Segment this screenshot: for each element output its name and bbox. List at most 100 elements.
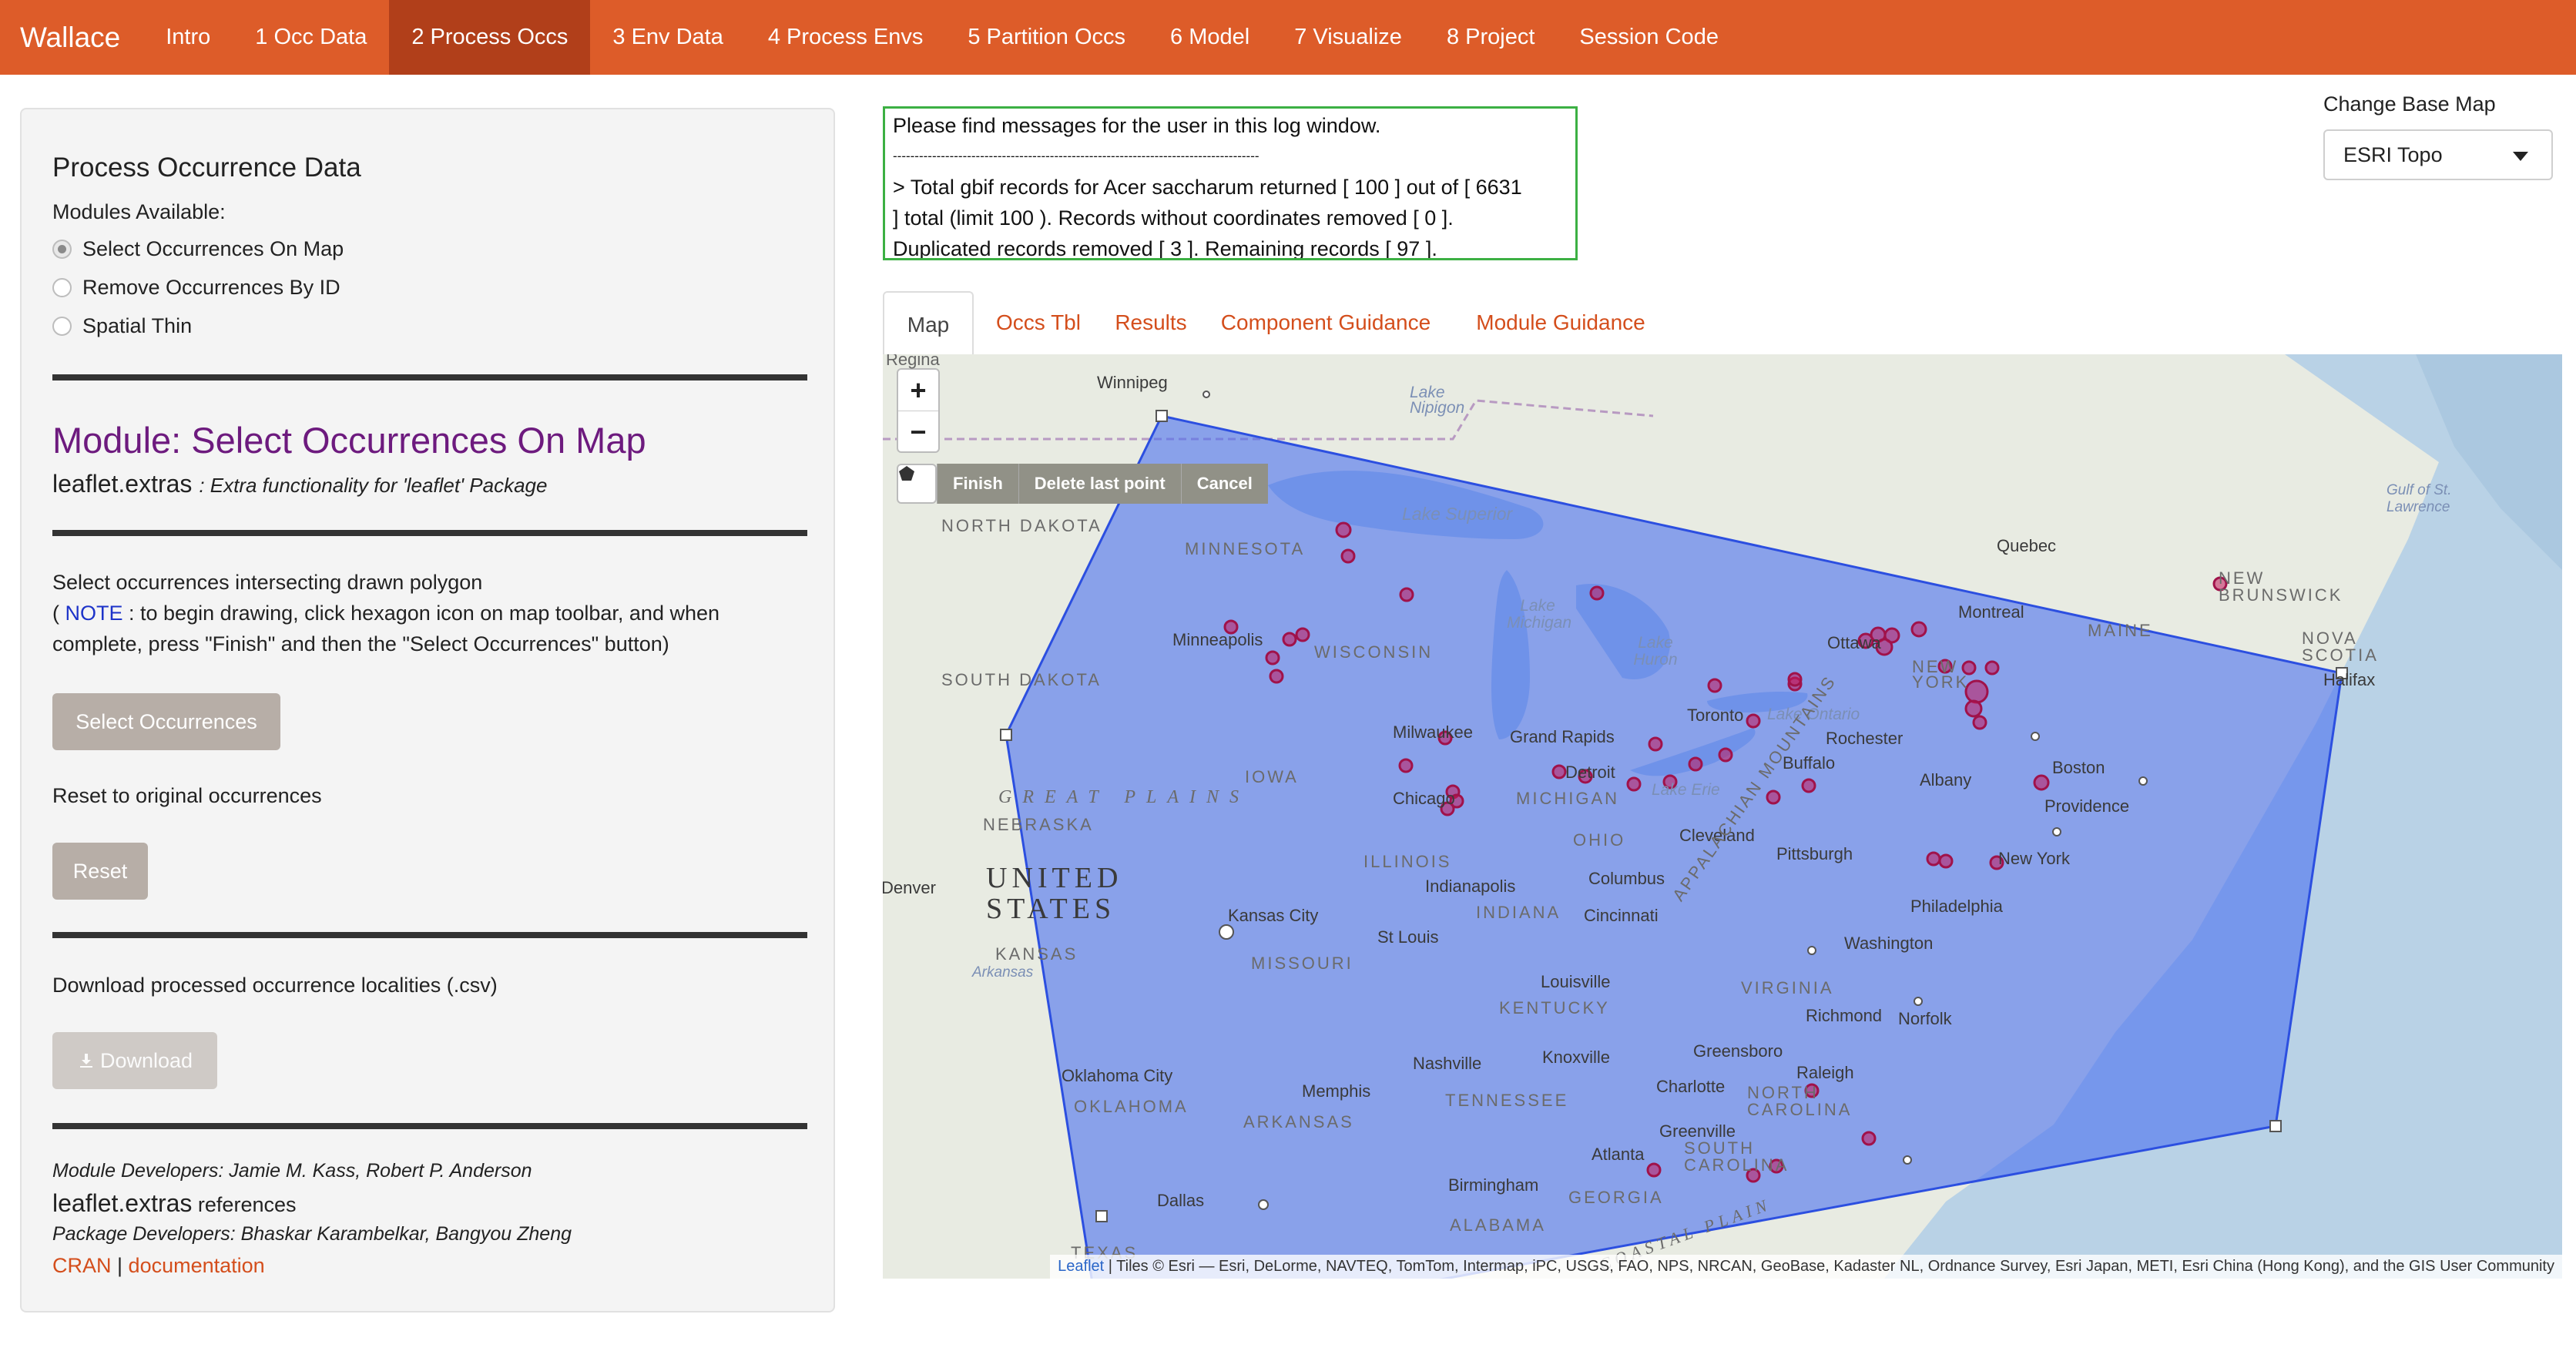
map-label: Lake Huron xyxy=(1633,634,1678,669)
zoom-control: + − xyxy=(897,368,940,453)
instruction-note-cont: complete, press "Finish" and then the "S… xyxy=(52,632,669,655)
download-button-label: Download xyxy=(99,1048,193,1072)
map-label: MAINE xyxy=(2088,621,2153,640)
map-label: Albany xyxy=(1920,770,1972,789)
map-label: Atlanta xyxy=(1592,1145,1645,1164)
map-label: Boston xyxy=(2052,758,2105,777)
tab-map[interactable]: Map xyxy=(883,291,974,357)
map-label: Quebec xyxy=(1997,536,2057,555)
map-label: Nashville xyxy=(1413,1054,1482,1073)
map-label: NORTH CAROLINA xyxy=(1747,1083,1853,1119)
draw-delete-last-point-button[interactable]: Delete last point xyxy=(1018,464,1181,504)
map-label: UNITED STATES xyxy=(986,862,1123,925)
top-navbar: Wallace Intro 1 Occ Data 2 Process Occs … xyxy=(0,0,2576,75)
nav-tab-model[interactable]: 6 Model xyxy=(1148,0,1272,75)
divider xyxy=(52,1123,807,1129)
map-label: New York xyxy=(1998,849,2070,868)
map-label: Louisville xyxy=(1541,972,1611,991)
draw-cancel-button[interactable]: Cancel xyxy=(1180,464,1268,504)
map-label: Winnipeg xyxy=(1097,373,1168,392)
map-label: ILLINOIS xyxy=(1363,852,1452,871)
package-name: leaflet.extras xyxy=(52,470,193,498)
map-label: VIRGINIA xyxy=(1741,978,1834,997)
module-option-remove-by-id[interactable]: Remove Occurrences By ID xyxy=(52,276,340,300)
map-label: Memphis xyxy=(1302,1081,1371,1101)
nav-tab-env-data[interactable]: 3 Env Data xyxy=(590,0,745,75)
package-description: : Extra functionality for 'leaflet' Pack… xyxy=(199,474,548,497)
reset-label: Reset to original occurrences xyxy=(52,784,322,807)
pentagon-icon xyxy=(899,466,914,481)
module-option-spatial-thin[interactable]: Spatial Thin xyxy=(52,314,192,338)
map-label: Columbus xyxy=(1588,869,1665,888)
draw-finish-button[interactable]: Finish xyxy=(937,464,1018,504)
map-label: Washington xyxy=(1844,934,1934,953)
documentation-link[interactable]: documentation xyxy=(129,1254,265,1277)
map-label: INDIANA xyxy=(1476,903,1561,922)
map-label: Indianapolis xyxy=(1425,877,1516,896)
map-label: Halifax xyxy=(2323,670,2376,689)
references-line: leaflet.extras references xyxy=(52,1189,803,1218)
tab-results[interactable]: Results xyxy=(1103,291,1199,354)
nav-tab-session-code[interactable]: Session Code xyxy=(1557,0,1741,75)
nav-tab-intro[interactable]: Intro xyxy=(143,0,233,75)
draw-toolbar: Finish Delete last point Cancel xyxy=(897,464,1268,504)
download-label: Download processed occurrence localities… xyxy=(52,974,498,997)
module-option-select-on-map[interactable]: Select Occurrences On Map xyxy=(52,237,344,261)
map-label: Arkansas xyxy=(972,964,1034,981)
nav-tab-occ-data[interactable]: 1 Occ Data xyxy=(233,0,389,75)
basemap-select[interactable]: ESRI Topo xyxy=(2323,129,2553,180)
map-label: Buffalo xyxy=(1783,753,1836,773)
cran-link[interactable]: CRAN xyxy=(52,1254,112,1277)
app-brand[interactable]: Wallace xyxy=(0,0,143,75)
sidebar-panel: Process Occurrence Data Modules Availabl… xyxy=(20,108,835,1312)
tab-occs-tbl[interactable]: Occs Tbl xyxy=(981,291,1095,354)
radio-checked-icon[interactable] xyxy=(52,240,72,259)
nav-tab-process-occs[interactable]: 2 Process Occs xyxy=(389,0,591,75)
module-option-label: Spatial Thin xyxy=(82,314,193,337)
log-line: Please find messages for the user in thi… xyxy=(893,114,1381,137)
map-label: Providence xyxy=(2044,796,2130,816)
map-label: WISCONSIN xyxy=(1314,642,1434,662)
map-label: Chicago xyxy=(1393,789,1455,808)
nav-tab-partition-occs[interactable]: 5 Partition Occs xyxy=(945,0,1148,75)
log-line: Duplicated records removed [ 3 ]. Remain… xyxy=(893,237,1437,260)
zoom-in-button[interactable]: + xyxy=(898,370,938,411)
map-label: KANSAS xyxy=(995,944,1078,964)
map-label: Minneapolis xyxy=(1172,630,1263,649)
reset-button[interactable]: Reset xyxy=(52,843,148,900)
log-window: Please find messages for the user in thi… xyxy=(883,106,1578,260)
nav-tab-project[interactable]: 8 Project xyxy=(1424,0,1557,75)
map-label: Greensboro xyxy=(1693,1041,1783,1061)
map-label: Norfolk xyxy=(1898,1009,1952,1028)
module-title: Module: Select Occurrences On Map xyxy=(52,420,646,461)
package-links: CRAN | documentation xyxy=(52,1254,265,1277)
draw-polygon-button[interactable] xyxy=(897,464,937,504)
map-label: Dallas xyxy=(1157,1191,1205,1210)
map-label: Birmingham xyxy=(1448,1175,1539,1195)
map-label: NEW BRUNSWICK xyxy=(2219,568,2343,605)
map-label: Ottawa xyxy=(1827,633,1881,652)
basemap-label: Change Base Map xyxy=(2323,92,2496,116)
map-label: NEBRASKA xyxy=(983,815,1094,834)
sidebar-title: Process Occurrence Data xyxy=(52,153,361,183)
radio-unchecked-icon[interactable] xyxy=(52,278,72,297)
zoom-out-button[interactable]: − xyxy=(898,411,938,452)
map-label: Milwaukee xyxy=(1393,722,1473,742)
tab-component-guidance[interactable]: Component Guidance xyxy=(1206,291,1445,354)
instruction-heading: Select occurrences intersecting drawn po… xyxy=(52,571,483,594)
map-label: Knoxville xyxy=(1542,1048,1611,1067)
map-label: KENTUCKY xyxy=(1499,998,1610,1017)
radio-unchecked-icon[interactable] xyxy=(52,317,72,336)
select-occurrences-button[interactable]: Select Occurrences xyxy=(52,693,280,750)
download-icon xyxy=(79,1054,92,1068)
leaflet-link[interactable]: Leaflet xyxy=(1058,1258,1104,1275)
chevron-down-icon xyxy=(2513,152,2528,161)
tab-module-guidance[interactable]: Module Guidance xyxy=(1453,291,1669,354)
map-label: ALABAMA xyxy=(1450,1215,1546,1235)
package-developers: Package Developers: Bhaskar Karambelkar,… xyxy=(52,1223,572,1245)
leaflet-map[interactable]: + − Finish Delete last point Cancel Regi… xyxy=(883,354,2562,1279)
map-label: IOWA xyxy=(1245,767,1299,786)
nav-tab-visualize[interactable]: 7 Visualize xyxy=(1272,0,1424,75)
download-button[interactable]: Download xyxy=(52,1032,217,1089)
nav-tab-process-envs[interactable]: 4 Process Envs xyxy=(746,0,945,75)
